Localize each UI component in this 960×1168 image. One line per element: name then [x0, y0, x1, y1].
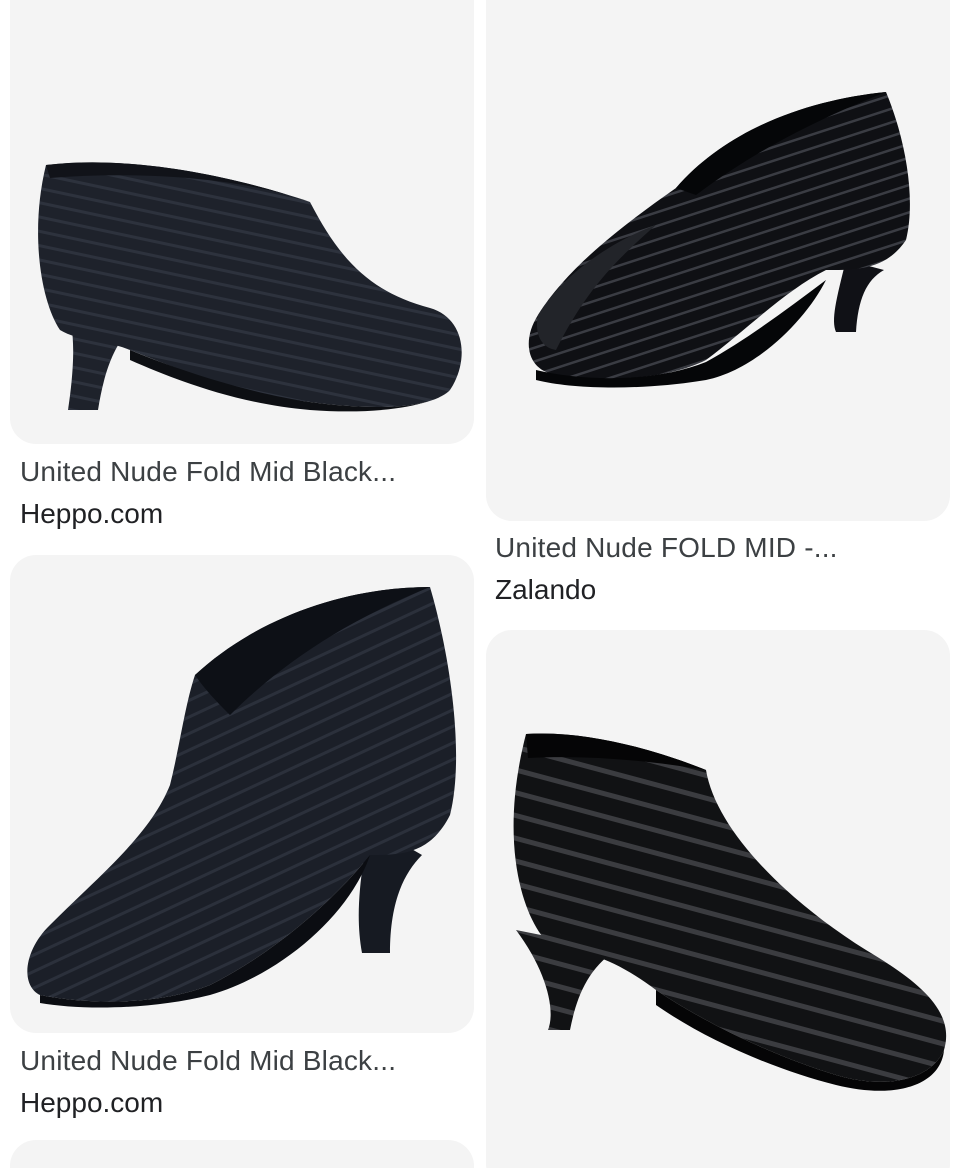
black-ankle-boot-image	[27, 587, 457, 1008]
result-source-2: Zalando	[495, 574, 597, 605]
result-title-2[interactable]: United Nude FOLD MID -...	[495, 531, 945, 565]
result-source-1: Heppo.com	[20, 498, 164, 529]
result-card-3[interactable]: United Nude Fold Mid Black... Heppo.com	[0, 555, 480, 1135]
result-thumbnail-5[interactable]	[10, 1140, 474, 1168]
result-thumbnail-4[interactable]	[486, 630, 950, 1168]
result-thumbnail-2[interactable]	[486, 0, 950, 521]
black-ankle-boot-image	[38, 162, 462, 412]
result-title-3[interactable]: United Nude Fold Mid Black...	[20, 1044, 470, 1078]
black-ankle-boot-image	[513, 733, 947, 1091]
result-card-1[interactable]: United Nude Fold Mid Black... Heppo.com	[0, 0, 480, 540]
result-card-2[interactable]: United Nude FOLD MID -... Zalando	[480, 0, 960, 615]
result-source-3: Heppo.com	[20, 1087, 164, 1118]
black-ankle-boot-image	[528, 92, 910, 388]
result-title-1[interactable]: United Nude Fold Mid Black...	[20, 455, 470, 489]
result-card-5[interactable]	[0, 1140, 480, 1168]
result-thumbnail-3[interactable]	[10, 555, 474, 1033]
result-card-4[interactable]	[480, 630, 960, 1168]
image-results-grid: United Nude Fold Mid Black... Heppo.com	[0, 0, 960, 1168]
result-thumbnail-1[interactable]	[10, 0, 474, 444]
